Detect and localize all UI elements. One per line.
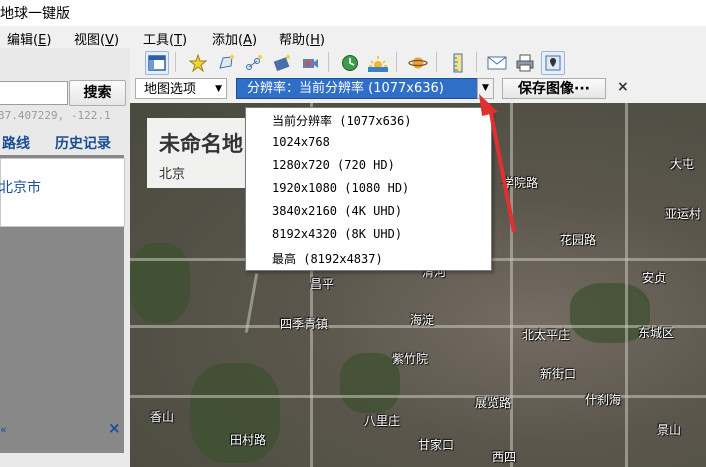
app-title: 地球一键版 bbox=[0, 6, 70, 22]
map-area bbox=[130, 243, 190, 323]
sidebar-toggle-icon[interactable] bbox=[145, 51, 169, 75]
add-overlay-icon[interactable] bbox=[270, 51, 294, 75]
result-item[interactable]: 北京市 bbox=[0, 158, 125, 227]
map-road bbox=[625, 103, 628, 467]
map-subtitle: 北京 bbox=[159, 167, 186, 182]
map-label: 新街口 bbox=[540, 367, 577, 381]
save-image-icon[interactable] bbox=[541, 51, 565, 75]
map-area bbox=[340, 353, 400, 413]
map-road bbox=[244, 273, 259, 333]
map-road bbox=[510, 103, 513, 467]
menu-view[interactable]: 视图(V) bbox=[74, 29, 119, 48]
map-label: 四季青镇 bbox=[280, 317, 329, 331]
resolution-option[interactable]: 8192x4320 (8K UHD) bbox=[272, 227, 402, 241]
map-label: 学院路 bbox=[502, 176, 539, 190]
collapse-icon[interactable]: « bbox=[0, 423, 7, 436]
add-path-icon[interactable] bbox=[242, 51, 266, 75]
resolution-option[interactable]: 1920x1080 (1080 HD) bbox=[272, 181, 409, 195]
resolution-dropdown[interactable]: 分辨率：当前分辨率 (1077x636) ▼ bbox=[236, 78, 494, 99]
map-label: 东城区 bbox=[638, 326, 675, 340]
result-item-label[interactable]: 北京市 bbox=[0, 177, 41, 197]
map-label: 什刹海 bbox=[585, 393, 622, 407]
email-icon[interactable] bbox=[485, 51, 509, 75]
map-label: 景山 bbox=[657, 423, 682, 437]
map-label: 田村路 bbox=[230, 433, 267, 447]
coordinates-text: 37.407229, -122.1 bbox=[0, 109, 111, 122]
resolution-option[interactable]: 最高 (8192x4837) bbox=[272, 250, 383, 267]
close-panel-button[interactable]: × bbox=[108, 419, 121, 437]
save-image-button[interactable]: 保存图像··· bbox=[502, 78, 606, 99]
historical-imagery-icon[interactable] bbox=[338, 51, 362, 75]
sunlight-icon[interactable] bbox=[366, 51, 390, 75]
chevron-down-icon: ▼ bbox=[215, 84, 222, 94]
results-panel: 北京市 bbox=[0, 155, 125, 453]
planets-icon[interactable] bbox=[406, 51, 430, 75]
menu-add[interactable]: 添加(A) bbox=[212, 29, 257, 48]
menu-edit[interactable]: 编辑(E) bbox=[7, 29, 51, 48]
map-label: 紫竹院 bbox=[392, 352, 429, 366]
left-panel: 搜索 37.407229, -122.1 路线 历史记录 北京市 « × bbox=[0, 48, 130, 467]
tab-route[interactable]: 路线 bbox=[2, 133, 30, 153]
left-panel-footer bbox=[0, 458, 130, 467]
map-options-dropdown[interactable]: 地图选项 ▼ bbox=[135, 78, 227, 99]
map-label: 香山 bbox=[150, 410, 175, 424]
map-label: 安贞 bbox=[642, 271, 667, 285]
map-label: 大屯 bbox=[670, 157, 695, 171]
resolution-options-list: 当前分辨率 (1077x636) 1024x768 1280x720 (720 … bbox=[245, 107, 492, 271]
add-placemark-icon[interactable] bbox=[186, 51, 210, 75]
save-image-options-bar: 地图选项 ▼ 分辨率：当前分辨率 (1077x636) ▼ 保存图像··· × bbox=[130, 76, 706, 103]
map-label: 花园路 bbox=[560, 233, 597, 247]
map-area bbox=[190, 363, 280, 463]
title-bar: 地球一键版 bbox=[0, 0, 706, 26]
tab-history[interactable]: 历史记录 bbox=[55, 133, 111, 153]
map-label: 八里庄 bbox=[364, 414, 401, 428]
search-input[interactable] bbox=[0, 81, 68, 105]
search-button[interactable]: 搜索 bbox=[69, 80, 126, 106]
resolution-option[interactable]: 1280x720 (720 HD) bbox=[272, 158, 395, 172]
map-label: 西四 bbox=[492, 450, 517, 464]
record-tour-icon[interactable] bbox=[298, 51, 322, 75]
print-icon[interactable] bbox=[513, 51, 537, 75]
map-label: 展览路 bbox=[475, 396, 512, 410]
menu-help[interactable]: 帮助(H) bbox=[279, 29, 325, 48]
resolution-option[interactable]: 3840x2160 (4K UHD) bbox=[272, 204, 402, 218]
menu-bar: 编辑(E) 视图(V) 工具(T) 添加(A) 帮助(H) bbox=[0, 26, 706, 48]
toolbar bbox=[130, 48, 706, 76]
chevron-down-icon[interactable]: ▼ bbox=[477, 78, 494, 99]
map-label: 甘家口 bbox=[418, 438, 455, 452]
map-label: 亚运村 bbox=[665, 207, 702, 221]
menu-tools[interactable]: 工具(T) bbox=[143, 29, 187, 48]
map-label: 昌平 bbox=[310, 277, 335, 291]
map-label: 北太平庄 bbox=[522, 328, 571, 342]
close-icon[interactable]: × bbox=[617, 79, 629, 95]
resolution-option[interactable]: 当前分辨率 (1077x636) bbox=[272, 112, 411, 129]
map-label: 海淀 bbox=[410, 313, 435, 327]
map-title: 未命名地 bbox=[159, 131, 243, 156]
ruler-icon[interactable] bbox=[446, 51, 470, 75]
add-polygon-icon[interactable] bbox=[214, 51, 238, 75]
resolution-option[interactable]: 1024x768 bbox=[272, 135, 330, 149]
